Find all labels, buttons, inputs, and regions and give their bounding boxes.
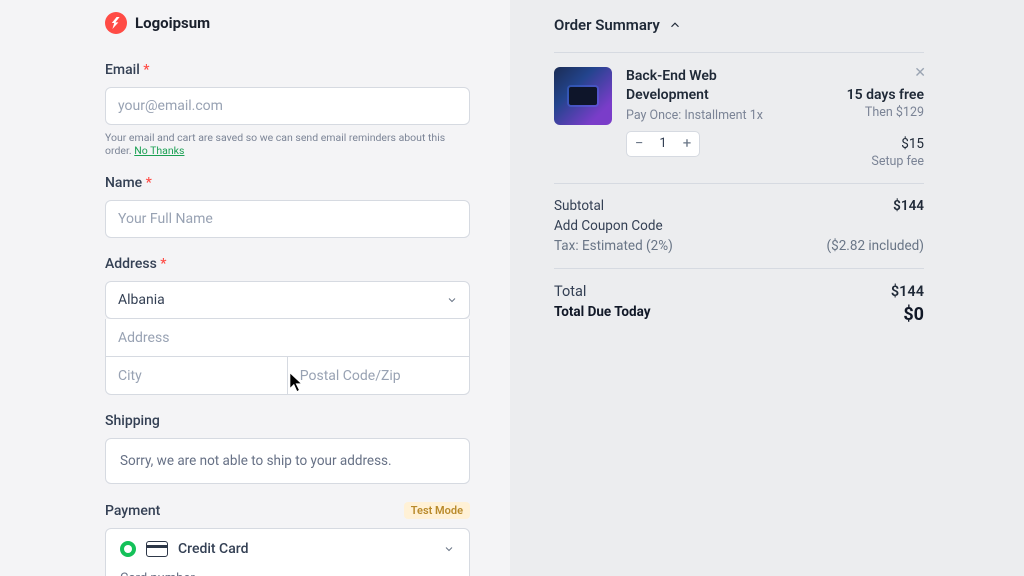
address-field-group: Address * Albania	[105, 256, 470, 395]
payment-group: Payment Test Mode Credit Card Card numbe…	[105, 502, 470, 576]
credit-card-icon	[146, 541, 168, 557]
shipping-group: Shipping Sorry, we are not able to ship …	[105, 413, 470, 484]
logo: Logoipsum	[105, 12, 470, 34]
product-plan: Pay Once: Installment 1x	[626, 108, 800, 123]
qty-minus-button[interactable]: −	[627, 132, 651, 156]
test-mode-badge: Test Mode	[404, 502, 470, 519]
quantity-stepper: − 1 +	[626, 131, 700, 157]
setup-amount: $15	[814, 136, 924, 152]
country-select[interactable]: Albania	[105, 281, 470, 319]
email-hint: Your email and cart are saved so we can …	[105, 131, 470, 157]
tax-row: Tax: Estimated (2%) ($2.82 included)	[554, 238, 924, 254]
radio-selected-icon	[120, 541, 136, 557]
payment-method-name: Credit Card	[178, 541, 248, 557]
email-optout-link[interactable]: No Thanks	[134, 144, 184, 157]
email-input[interactable]	[105, 87, 470, 125]
logo-text: Logoipsum	[135, 14, 210, 32]
checkout-form: Logoipsum Email * Your email and cart ar…	[0, 0, 510, 576]
qty-value: 1	[651, 136, 675, 151]
street-input[interactable]	[105, 319, 470, 357]
name-input[interactable]	[105, 200, 470, 238]
logo-icon	[105, 12, 127, 34]
summary-toggle[interactable]: Order Summary	[554, 16, 924, 34]
qty-plus-button[interactable]: +	[675, 132, 699, 156]
payment-box: Credit Card Card number	[105, 528, 470, 576]
email-label: Email *	[105, 62, 470, 78]
payment-label: Payment	[105, 503, 160, 519]
country-select-wrap: Albania	[105, 281, 470, 319]
remove-item-button[interactable]: ✕	[914, 65, 926, 81]
shipping-label: Shipping	[105, 413, 470, 429]
chevron-up-icon	[668, 18, 682, 32]
add-coupon-link: Add Coupon Code	[554, 218, 663, 234]
order-summary: Order Summary Back-End Web Development P…	[510, 0, 1024, 576]
cursor-icon	[289, 372, 305, 394]
divider	[554, 52, 924, 53]
card-number-label: Card number	[120, 571, 455, 576]
product-thumbnail	[554, 67, 612, 125]
address-label: Address *	[105, 256, 470, 272]
name-label: Name *	[105, 175, 470, 191]
payment-method-row[interactable]: Credit Card	[120, 541, 455, 557]
summary-heading: Order Summary	[554, 16, 660, 34]
setup-label: Setup fee	[814, 154, 924, 169]
then-text: Then $129	[814, 105, 924, 120]
trial-text: 15 days free	[814, 87, 924, 103]
product-title: Back-End Web Development	[626, 67, 800, 105]
subtotal-row: Subtotal $144	[554, 198, 924, 214]
city-input[interactable]	[105, 357, 288, 395]
shipping-message: Sorry, we are not able to ship to your a…	[105, 438, 470, 484]
divider	[554, 268, 924, 269]
coupon-row[interactable]: Add Coupon Code	[554, 218, 924, 234]
chevron-down-icon	[443, 543, 455, 555]
postal-input[interactable]	[288, 357, 470, 395]
total-row: Total $144	[554, 283, 924, 300]
line-item: Back-End Web Development Pay Once: Insta…	[554, 67, 924, 169]
email-field-group: Email * Your email and cart are saved so…	[105, 62, 470, 157]
divider	[554, 183, 924, 184]
due-today-row: Total Due Today $0	[554, 304, 924, 325]
name-field-group: Name *	[105, 175, 470, 238]
